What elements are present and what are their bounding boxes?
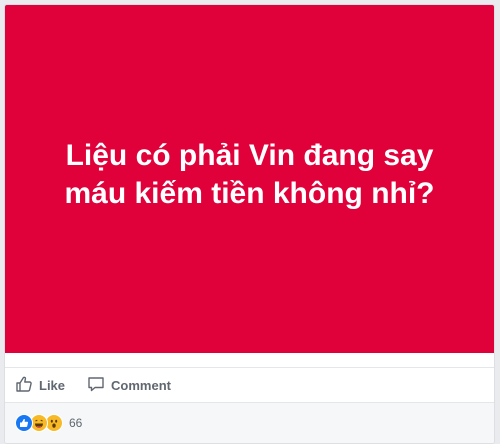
post-image[interactable]: Liệu có phải Vin đang say máu kiếm tiền … (5, 5, 494, 353)
post-card: Liệu có phải Vin đang say máu kiếm tiền … (4, 4, 495, 444)
comment-icon (87, 375, 111, 396)
comment-button[interactable]: Comment (87, 368, 171, 402)
like-button[interactable]: Like (15, 368, 65, 402)
like-icon (15, 414, 33, 432)
thumbs-up-icon (15, 375, 39, 396)
reaction-icons[interactable] (15, 414, 63, 432)
action-bar: Like Comment (5, 367, 494, 403)
post-image-text: Liệu có phải Vin đang say máu kiếm tiền … (64, 139, 435, 210)
reactions-bar: 66 (5, 403, 494, 443)
like-label: Like (39, 377, 66, 393)
comment-label: Comment (111, 377, 171, 393)
reaction-count[interactable]: 66 (69, 416, 82, 430)
